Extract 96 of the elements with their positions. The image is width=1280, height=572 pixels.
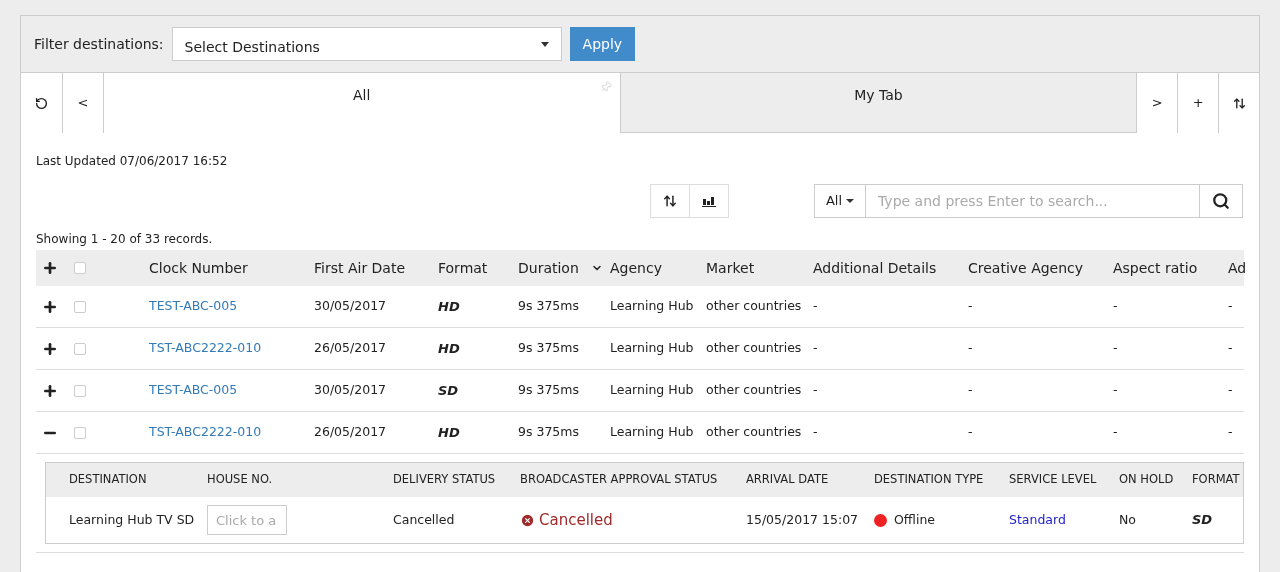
clock-number-link[interactable]: TST-ABC2222-010 — [149, 423, 262, 442]
table-cell: 30/05/2017 — [314, 381, 387, 400]
table-cell: other countries — [706, 423, 802, 442]
details-column-header: HOUSE NO. — [207, 471, 274, 489]
column-header[interactable]: Agency — [610, 257, 662, 279]
search-icon — [1212, 192, 1230, 210]
details-column-header: BROADCASTER APPROVAL STATUS — [520, 471, 719, 489]
table-cell: 9s 375ms — [518, 381, 579, 400]
table-cell: - — [968, 297, 973, 316]
last-updated: Last Updated 07/06/2017 16:52 — [36, 153, 228, 170]
house-number-field[interactable]: Click to a — [207, 505, 287, 535]
table-cell-text: Learning Hub — [609, 297, 694, 316]
caret-icon — [540, 41, 549, 47]
column-header[interactable]: Clock Number — [149, 257, 248, 279]
destination-type: Offline — [894, 510, 935, 529]
column-header[interactable]: Ad — [1228, 257, 1247, 279]
row-checkbox[interactable] — [74, 384, 86, 397]
table-cell: - — [968, 423, 973, 442]
table-cell-text: Learning Hub — [609, 339, 694, 358]
column-header[interactable]: Format — [438, 257, 488, 279]
destinations-select[interactable]: Select Destinations — [171, 27, 562, 61]
table-cell: - — [1228, 423, 1233, 442]
table-cell: - — [1113, 423, 1118, 442]
bar-chart-icon — [702, 195, 716, 207]
table-cell: - — [1228, 381, 1233, 400]
sort-icon — [663, 194, 677, 208]
table-cell: - — [813, 423, 818, 442]
details-column-header: DESTINATION — [69, 471, 148, 489]
select-all-checkbox[interactable] — [74, 262, 86, 274]
details-cell-text: Learning Hub TV SD — [69, 510, 196, 529]
apply-button[interactable]: Apply — [569, 27, 636, 61]
format-label: SD — [1192, 511, 1214, 530]
table-cell: - — [1113, 339, 1118, 358]
format-label: HD — [438, 297, 460, 316]
column-header[interactable]: First Air Date — [314, 257, 406, 279]
clock-number-link[interactable]: TEST-ABC-005 — [149, 297, 238, 316]
details-cell-text: No — [1119, 510, 1137, 529]
details-column-header: SERVICE LEVEL — [1009, 471, 1098, 489]
format-label: HD — [438, 339, 460, 358]
format-label: SD — [438, 381, 459, 400]
search-field[interactable]: Type and press Enter to search... — [866, 184, 1199, 218]
tab[interactable]: My Tab — [619, 73, 1137, 133]
column-header[interactable]: Creative Agency — [968, 257, 1084, 279]
details-cell-text: 15/05/2017 15:07 — [746, 510, 860, 529]
column-header[interactable]: Duration — [518, 257, 579, 279]
table-cell: other countries — [706, 339, 802, 358]
table-cell: other countries — [706, 381, 802, 400]
table-cell-text: Learning Hub — [609, 381, 694, 400]
sort-button[interactable] — [650, 184, 690, 218]
details-column-header: DESTINATION TYPE — [874, 471, 985, 489]
table-cell: - — [1228, 339, 1233, 358]
table-cell: - — [1228, 297, 1233, 316]
column-header[interactable]: Additional Details — [813, 257, 937, 279]
expand-all-icon[interactable] — [42, 260, 58, 276]
details-column-header: ON HOLD — [1119, 471, 1175, 489]
column-header[interactable]: Market — [706, 257, 755, 279]
caret-icon — [846, 199, 855, 203]
table-cell: - — [968, 339, 973, 358]
table-cell: 30/05/2017 — [314, 297, 387, 316]
refresh-icon — [34, 96, 48, 110]
row-checkbox[interactable] — [74, 342, 86, 355]
table-cell: - — [968, 381, 973, 400]
clock-number-link[interactable]: TEST-ABC-005 — [149, 381, 238, 400]
approval-status: Cancelled — [520, 508, 746, 532]
table-cell: - — [1113, 297, 1118, 316]
expand-icon[interactable] — [42, 340, 58, 357]
search-scope-select[interactable]: All — [814, 184, 866, 218]
expand-icon[interactable] — [42, 298, 58, 315]
row-checkbox[interactable] — [74, 426, 86, 439]
table-cell: 9s 375ms — [518, 297, 579, 316]
filter-label: Filter destinations: — [34, 34, 164, 54]
row-checkbox[interactable] — [74, 300, 86, 313]
cancel-icon — [520, 512, 535, 528]
details-column-header: ARRIVAL DATE — [746, 471, 830, 489]
table-cell: 9s 375ms — [518, 423, 579, 442]
clock-number-link[interactable]: TST-ABC2222-010 — [149, 339, 262, 358]
service-level-link[interactable]: Standard — [1009, 510, 1119, 530]
table-cell: 9s 375ms — [518, 339, 579, 358]
table-cell: - — [1113, 381, 1118, 400]
column-header[interactable]: Aspect ratio — [1113, 257, 1198, 279]
table-cell: 26/05/2017 — [314, 339, 387, 358]
records-count: Showing 1 - 20 of 33 records. — [36, 231, 213, 248]
expand-icon[interactable] — [42, 382, 58, 399]
table-cell: - — [813, 339, 818, 358]
search-button[interactable] — [1199, 184, 1243, 218]
details-column-header: DELIVERY STATUS — [393, 471, 497, 489]
table-cell: 26/05/2017 — [314, 423, 387, 442]
table-cell: - — [813, 297, 818, 316]
details-column-header: FORMAT — [1192, 471, 1241, 489]
table-cell: other countries — [706, 297, 802, 316]
details-cell-text: Cancelled — [393, 510, 456, 529]
chart-button[interactable] — [690, 184, 729, 218]
table-cell-text: Learning Hub — [609, 423, 694, 442]
sort-icon — [1232, 96, 1246, 110]
format-label: HD — [438, 423, 460, 442]
table-cell: - — [813, 381, 818, 400]
